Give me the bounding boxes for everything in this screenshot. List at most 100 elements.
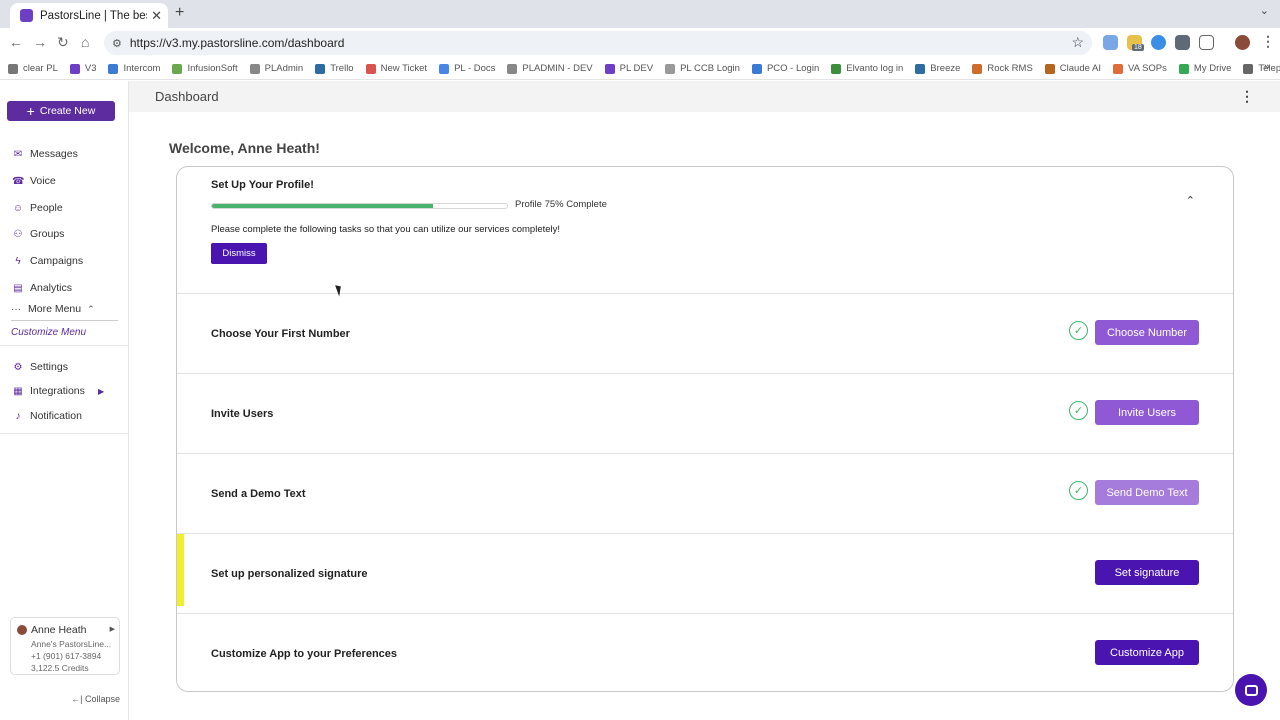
profile-progress-fill [212,204,434,208]
bookmark-item[interactable]: Teleprompter [1243,63,1280,74]
sidebar-item-campaigns[interactable]: ϟ Campaigns [12,255,83,267]
extension-badge: 18 [1132,44,1144,51]
sidebar-item-people[interactable]: ☺ People [12,202,63,214]
bookmark-item[interactable]: V3 [69,63,96,74]
bookmark-label: Elvanto log in [846,63,904,74]
task-row: Choose Your First Number ✓ Choose Number [177,293,1233,373]
bookmark-favicon-icon [172,63,183,74]
task-action-button[interactable]: Send Demo Text [1095,480,1199,505]
bookmark-favicon-icon [915,63,926,74]
sidebar-item-label: Groups [30,228,65,240]
campaigns-icon: ϟ [15,255,21,267]
dismiss-button[interactable]: Dismiss [211,243,267,264]
caret-right-icon[interactable]: ▶ [98,387,104,396]
user-name: Anne Heath [31,624,87,636]
bookmark-favicon-icon [831,63,842,74]
check-circle-icon: ✓ [1069,321,1088,340]
sidebar-item-label: Integrations [30,385,85,397]
bookmark-item[interactable]: PL - Docs [439,63,495,74]
bookmark-item[interactable]: PLAdmin [249,63,303,74]
sidebar-item-messages[interactable]: ✉ Messages [12,148,78,160]
bookmark-item[interactable]: PL CCB Login [665,63,740,74]
user-card[interactable]: Anne Heath ▶ Anne's PastorsLine... +1 (9… [10,617,120,675]
browser-menu-icon[interactable]: ⋮ [1261,33,1275,50]
sidebar-item-settings[interactable]: ⚙ Settings [12,361,68,373]
browser-tab[interactable]: PastorsLine | The best bulk te ✕ [10,3,168,28]
chevron-up-icon[interactable]: ⌃ [1186,194,1195,207]
bookmark-favicon-icon [1243,63,1254,74]
extensions-puzzle-icon[interactable] [1199,35,1214,50]
bookmark-item[interactable]: Intercom [108,63,160,74]
extension-circle-icon[interactable] [1151,35,1166,50]
task-label: Send a Demo Text [211,488,306,500]
bookmark-label: Rock RMS [987,63,1033,74]
sidebar-item-notification[interactable]: ♪ Notification [12,410,82,422]
task-action-button[interactable]: Choose Number [1095,320,1199,345]
forward-icon[interactable]: → [33,34,47,50]
bookmark-label: InfusionSoft [187,63,238,74]
sidebar-item-voice[interactable]: ☎ Voice [12,175,56,187]
bookmark-label: Claude AI [1059,63,1101,74]
bookmark-item[interactable]: VA SOPs [1113,63,1167,74]
create-new-label: Create New [39,105,96,117]
back-icon[interactable]: ← [9,34,23,50]
task-action-button[interactable]: Invite Users [1095,400,1199,425]
bookmarks-bar: clear PL V3 Intercom InfusionSoft PLAdmin Tre… [0,58,1280,80]
page-title: Dashboard [155,89,219,104]
bookmark-label: PCO - Login [766,63,820,74]
chevron-up-icon: ⌃ [87,303,95,314]
caret-right-icon[interactable]: ▶ [110,625,115,633]
bookmark-favicon-icon [604,63,615,74]
bookmark-item[interactable]: PCO - Login [751,63,820,74]
bookmark-label: PL DEV [619,63,654,74]
sidebar-item-analytics[interactable]: ▤ Analytics [12,282,72,294]
close-tab-icon[interactable]: ✕ [151,8,162,24]
home-icon[interactable]: ⌂ [81,34,89,50]
create-new-button[interactable]: + Create New [7,101,115,121]
bookmark-item[interactable]: Rock RMS [972,63,1033,74]
kebab-menu-icon[interactable]: ⋮ [1240,88,1254,105]
address-bar[interactable]: ⚙ https://v3.my.pastorsline.com/dashboar… [104,31,1092,55]
bookmark-item[interactable]: Claude AI [1044,63,1101,74]
user-org: Anne's PastorsLine... [31,639,112,649]
bookmark-label: PL - Docs [454,63,496,74]
bookmark-item[interactable]: PL DEV [604,63,654,74]
tab-search-icon[interactable]: ⌄ [1260,4,1269,17]
more-bookmarks-icon[interactable]: » [1264,61,1270,73]
task-action-button[interactable]: Customize App [1095,640,1199,665]
bookmark-item[interactable]: My Drive [1178,63,1231,74]
more-menu-toggle[interactable]: ··· More Menu ⌃ [11,303,118,321]
task-action-button[interactable]: Set signature [1095,560,1199,585]
extension-icon[interactable] [1103,35,1118,50]
bookmark-item[interactable]: Breeze [915,63,960,74]
bookmark-favicon-icon [1178,63,1189,74]
profile-avatar-icon[interactable] [1235,35,1250,50]
site-settings-icon[interactable]: ⚙ [112,37,122,50]
bookmark-item[interactable]: InfusionSoft [172,63,238,74]
settings-icon: ⚙ [13,361,23,373]
bookmark-item[interactable]: Trello [315,63,354,74]
sidebar-item-integrations[interactable]: ▦ Integrations [12,385,85,397]
reload-icon[interactable]: ↻ [57,34,69,51]
sidebar-item-groups[interactable]: ⚇ Groups [12,228,65,240]
extension-square-icon[interactable] [1175,35,1190,50]
bookmark-item[interactable]: clear PL [8,63,58,74]
avatar [17,625,27,635]
sidebar-item-label: Voice [30,175,56,187]
bookmark-label: PLADMIN - DEV [522,63,593,74]
bookmark-favicon-icon [1113,63,1123,74]
bookmark-item[interactable]: Elvanto log in [831,63,903,74]
bookmark-favicon-icon [315,63,326,74]
task-label: Customize App to your Preferences [211,648,398,660]
bookmark-item[interactable]: PLADMIN - DEV [507,63,593,74]
collapse-button[interactable]: ←| Collapse [71,694,120,704]
chat-launcher-button[interactable] [1235,674,1267,706]
task-highlight-bar [177,534,184,606]
customize-menu-link[interactable]: Customize Menu [11,327,86,338]
bookmark-label: Trello [330,63,354,74]
bookmark-favicon-icon [665,63,676,74]
bookmark-star-icon[interactable]: ☆ [1071,34,1084,51]
bookmark-item[interactable]: New Ticket [365,63,427,74]
task-row: Customize App to your Preferences Customi… [177,613,1233,691]
new-tab-icon[interactable]: + [175,4,184,22]
